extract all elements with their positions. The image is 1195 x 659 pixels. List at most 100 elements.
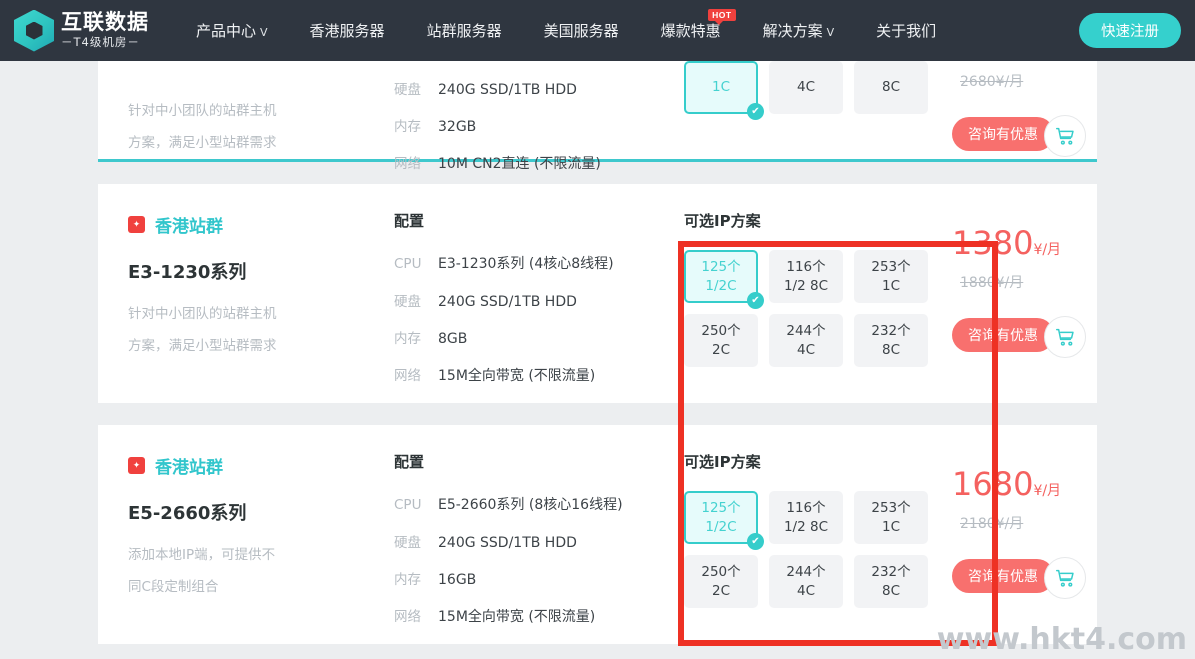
ip-plan-column: 1C ✔ 4C 8C [684, 61, 952, 159]
spec-value: 240G SSD/1TB HDD [438, 82, 577, 98]
spec-row: 硬盘 240G SSD/1TB HDD [394, 290, 684, 310]
spec-row: CPU E3-1230系列 (4核心8线程) [394, 253, 684, 273]
nav-item-2[interactable]: 站群服务器 [406, 20, 523, 41]
spec-key: 网络 [394, 156, 421, 172]
nav-item-1[interactable]: 香港服务器 [289, 20, 406, 41]
logo[interactable]: 互联数据 －T4级机房－ [14, 9, 149, 52]
spec-value: 240G SSD/1TB HDD [438, 294, 577, 310]
ip-option-segment: 1C [881, 277, 900, 294]
ip-option-count: 253个 [871, 500, 911, 517]
consult-button[interactable]: 咨询有优惠 [952, 559, 1054, 593]
ip-option-count: 244个 [786, 323, 826, 340]
ip-option-selected[interactable]: 125个 1/2C ✔ [684, 491, 764, 550]
ip-option[interactable]: 232个 8C [854, 314, 928, 367]
nav-item-0[interactable]: 产品中心 ᐯ [175, 20, 289, 41]
nav-item-3[interactable]: 美国服务器 [523, 20, 640, 41]
spec-value: 32GB [438, 119, 477, 135]
nav-item-5[interactable]: 解决方案 ᐯ [742, 20, 856, 41]
ip-option[interactable]: 116个 1/2 8C [769, 250, 843, 303]
shopping-cart-icon[interactable] [1044, 115, 1086, 157]
region-tag: ✦ 香港站群 [128, 212, 394, 237]
nav-item-6[interactable]: 关于我们 [855, 20, 957, 41]
spec-row: 内存 32GB [394, 115, 684, 135]
ip-option-count: 253个 [871, 259, 911, 276]
spec-row: 网络 15M全向带宽 (不限流量) [394, 605, 684, 626]
config-column: 配置 CPU E5-2660系列 (8核心16线程) 硬盘 240G SSD/1TB H… [394, 425, 684, 644]
purchase-actions: 咨询有优惠 [952, 115, 1086, 157]
ip-option[interactable]: 244个 4C [769, 314, 843, 367]
watermark: www.hkt4.com [936, 622, 1187, 657]
spec-key: 硬盘 [394, 535, 421, 551]
chevron-down-icon: ᐯ [260, 26, 268, 39]
price-original: 1880¥/月 [960, 275, 1024, 291]
ip-option-segment: 4C [796, 582, 815, 599]
spec-value: 15M全向带宽 (不限流量) [438, 368, 596, 384]
ip-option-segment: 1/2 8C [783, 277, 829, 294]
ip-option-grid: 125个 1/2C ✔ 116个 1/2 8C 253个 1C 250个 2C 244个 4C 232… [684, 250, 952, 367]
ip-option[interactable]: 116个 1/2 8C [769, 491, 843, 544]
spec-key: 内存 [394, 572, 421, 588]
product-card[interactable]: 针对中小团队的站群主机 方案，满足小型站群需求 硬盘 240G SSD/1TB HDD… [98, 61, 1097, 172]
nav-item-label: 站群服务器 [426, 22, 502, 40]
config-column: 配置 CPU E3-1230系列 (4核心8线程) 硬盘 240G SSD/1TB HD… [394, 184, 684, 403]
ip-option-selected[interactable]: 125个 1/2C ✔ [684, 250, 764, 309]
spec-key: 网络 [394, 368, 421, 384]
nav-item-label: 美国服务器 [543, 22, 619, 40]
region-tag: ✦ 香港站群 [128, 453, 394, 478]
config-column: 硬盘 240G SSD/1TB HDD 内存 32GB 网络 10M CN2直连 (不限流… [394, 61, 684, 172]
nav-item-label: 解决方案 [762, 22, 823, 40]
spec-value: 10M CN2直连 (不限流量) [438, 156, 601, 172]
spec-row: 网络 10M CN2直连 (不限流量) [394, 152, 684, 173]
product-card[interactable]: ✦ 香港站群 E5-2660系列 添加本地IP端，可提供不 同C段定制组合 配置 CPU E5… [98, 425, 1097, 644]
spec-row: 内存 16GB [394, 568, 684, 588]
ip-option[interactable]: 232个 8C [854, 555, 928, 608]
ip-option[interactable]: 250个 2C [684, 555, 758, 608]
chevron-down-icon: ᐯ [826, 26, 835, 39]
nav-item-4[interactable]: 爆款特惠 HOT [640, 9, 742, 41]
card-summary-column: ✦ 香港站群 E3-1230系列针对中小团队的站群主机 方案，满足小型站群需求 [98, 184, 394, 403]
spec-row: CPU E5-2660系列 (8核心16线程) [394, 494, 684, 514]
spec-row: 网络 15M全向带宽 (不限流量) [394, 364, 684, 385]
series-name: E5-2660系列 [128, 503, 247, 524]
card-description-line: 方案，满足小型站群需求 [128, 337, 277, 354]
ip-option[interactable]: 253个 1C [854, 491, 928, 544]
ip-option[interactable]: 8C [854, 61, 928, 114]
product-list: 针对中小团队的站群主机 方案，满足小型站群需求 硬盘 240G SSD/1TB HDD… [0, 61, 1195, 644]
price-original: 2180¥/月 [960, 516, 1024, 532]
ip-option-segment: 8C [881, 341, 900, 358]
spec-key: 内存 [394, 331, 421, 347]
ip-option[interactable]: 253个 1C [854, 250, 928, 303]
consult-button[interactable]: 咨询有优惠 [952, 117, 1054, 151]
logo-hexagon-icon [14, 9, 54, 52]
price-amount: 1680 [952, 465, 1034, 503]
ip-option-selected[interactable]: 1C ✔ [684, 61, 764, 120]
shopping-cart-icon[interactable] [1044, 316, 1086, 358]
ip-option-segment: 2C [711, 341, 730, 358]
region-name: 香港站群 [155, 217, 223, 237]
consult-button[interactable]: 咨询有优惠 [952, 318, 1054, 352]
card-description-line: 针对中小团队的站群主机 [128, 306, 277, 322]
ip-option-count: 232个 [871, 323, 911, 340]
ip-plan-column: 可选IP方案 125个 1/2C ✔ 116个 1/2 8C 253个 1C 250个 2C 244… [684, 425, 952, 644]
main-nav: 产品中心 ᐯ 香港服务器 站群服务器 美国服务器 爆款特惠 HOT 解决方案 ᐯ 关于我们 [175, 9, 957, 41]
series-name: E3-1230系列 [128, 262, 247, 283]
ip-option-segment: 1/2C [705, 277, 737, 294]
card-description-line: 针对中小团队的站群主机 [128, 103, 277, 119]
product-card[interactable]: ✦ 香港站群 E3-1230系列针对中小团队的站群主机 方案，满足小型站群需求 配置 CP… [98, 184, 1097, 403]
spec-key: 硬盘 [394, 82, 421, 98]
price-column: 1380¥/月 1880¥/月 咨询有优惠 [952, 184, 1097, 403]
spec-value: E3-1230系列 (4核心8线程) [438, 256, 614, 272]
price-column: 1680¥/月 2180¥/月 咨询有优惠 [952, 425, 1097, 644]
ip-option[interactable]: 244个 4C [769, 555, 843, 608]
logo-title: 互联数据 [61, 10, 149, 35]
quick-register-button[interactable]: 快速注册 [1079, 13, 1181, 48]
check-icon: ✔ [747, 103, 764, 120]
card-description-line: 添加本地IP端，可提供不 [128, 547, 276, 563]
ip-option[interactable]: 250个 2C [684, 314, 758, 367]
ip-option-segment: 2C [711, 582, 730, 599]
spec-value: E5-2660系列 (8核心16线程) [438, 497, 623, 513]
shopping-cart-icon[interactable] [1044, 557, 1086, 599]
ip-option[interactable]: 4C [769, 61, 843, 114]
hot-badge: HOT [708, 9, 736, 25]
hongkong-flag-icon: ✦ [128, 216, 145, 233]
